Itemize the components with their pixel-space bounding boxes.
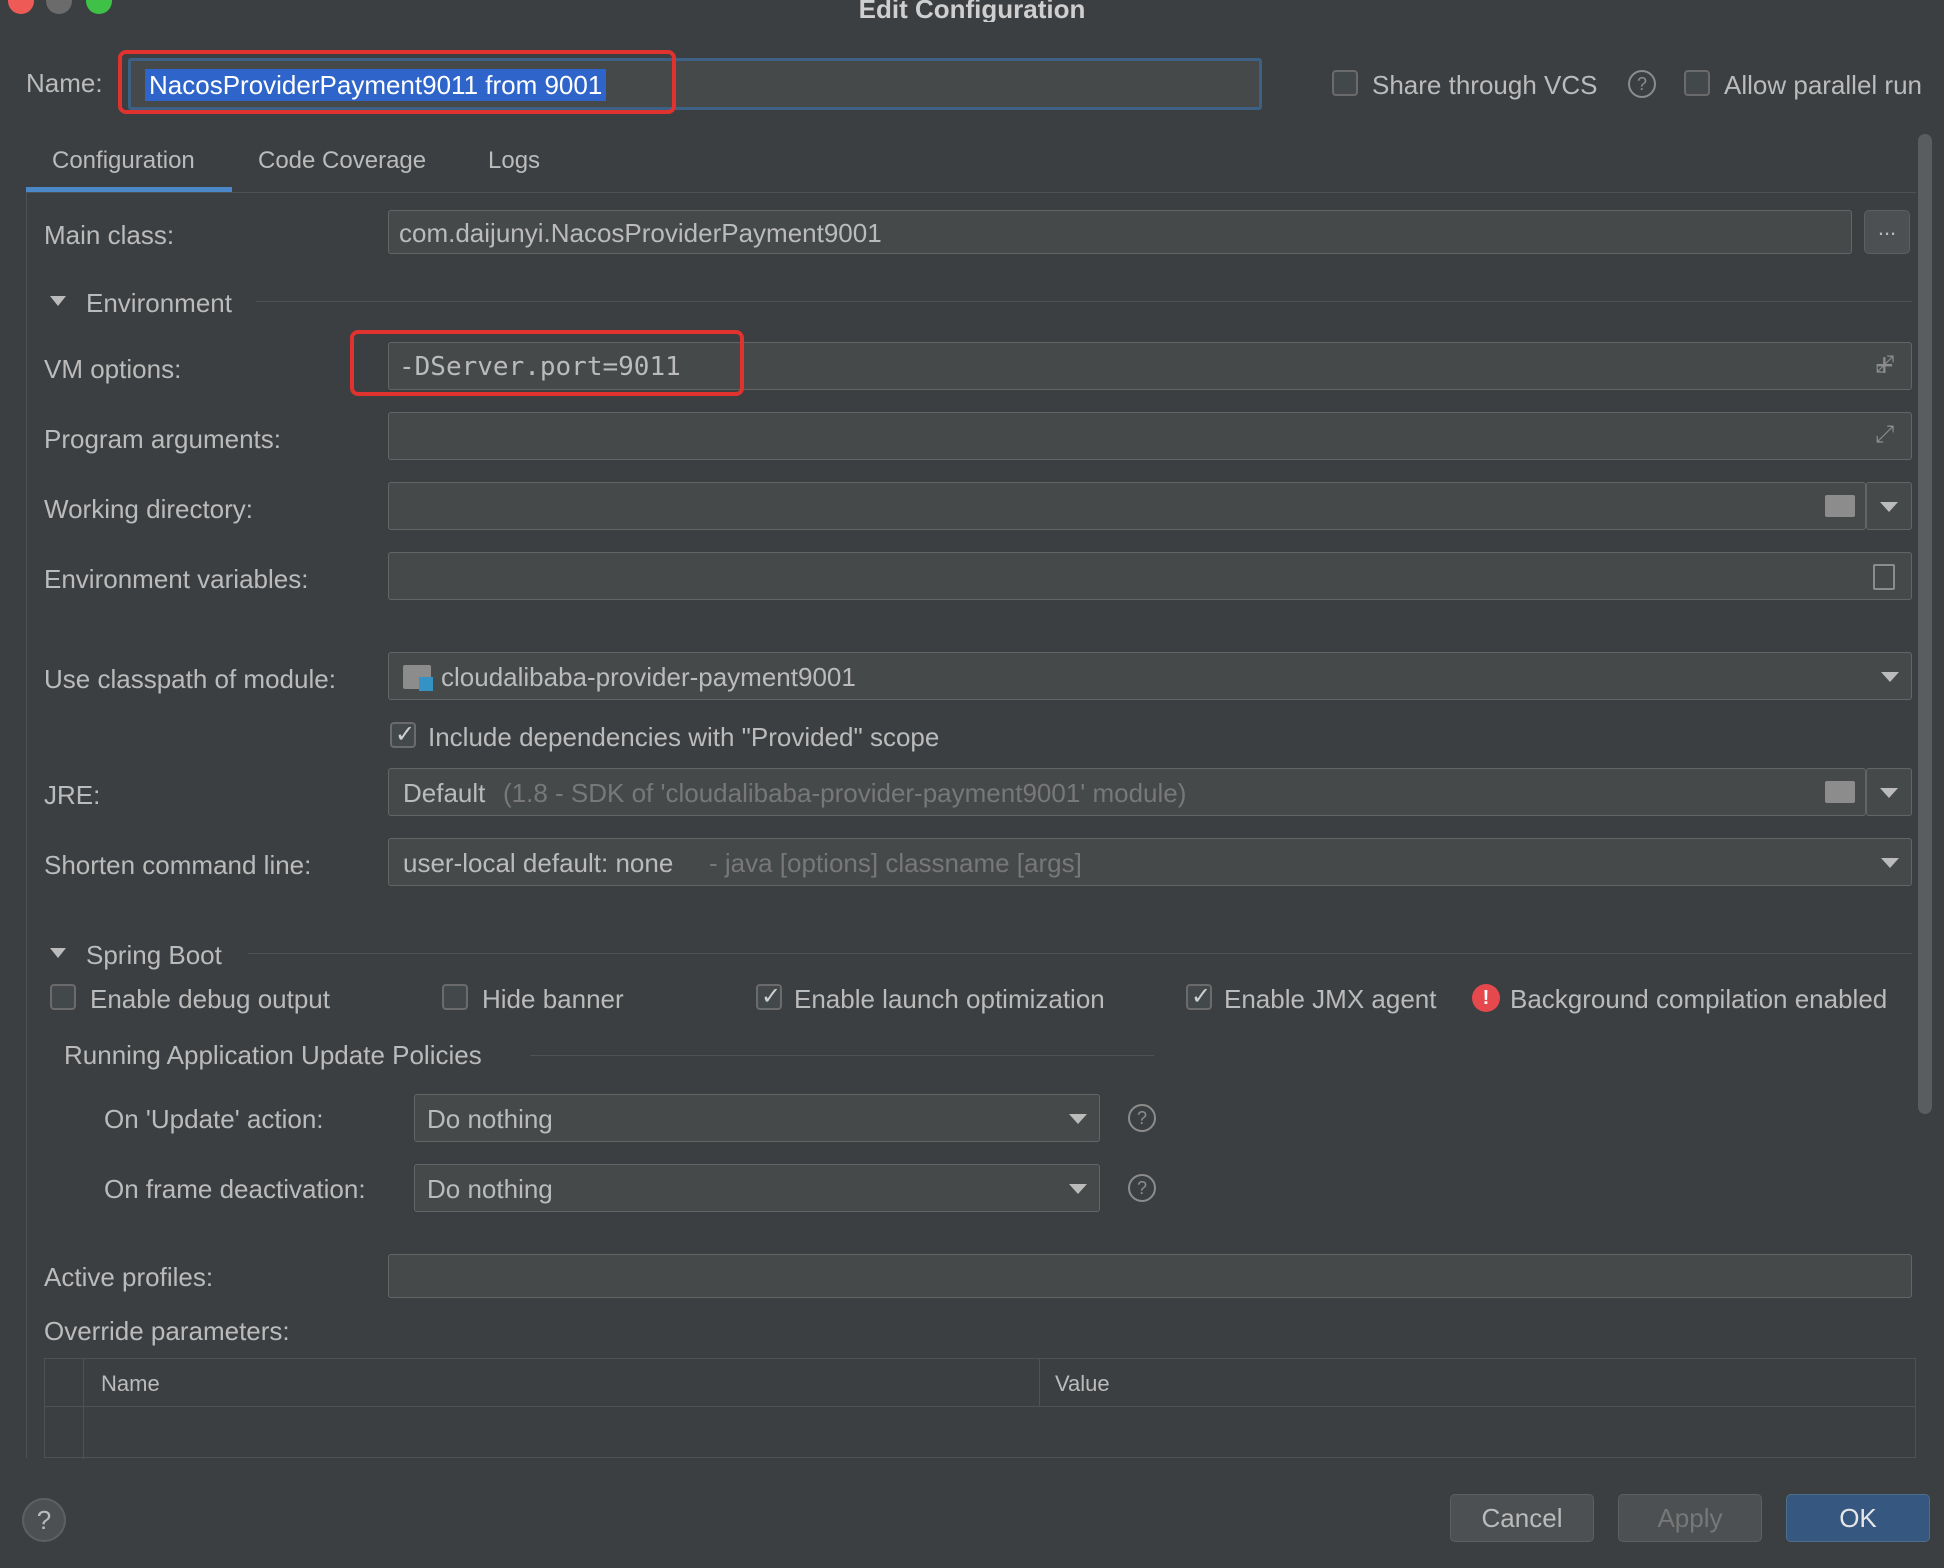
ok-button[interactable]: OK	[1786, 1494, 1930, 1542]
environment-variables-input[interactable]	[388, 552, 1912, 600]
update-action-chevron-down-icon	[1069, 1114, 1087, 1124]
update-action-label: On 'Update' action:	[104, 1104, 324, 1134]
active-profiles-label: Active profiles:	[44, 1262, 214, 1292]
main-class-value: com.daijunyi.NacosProviderPayment9001	[399, 218, 882, 248]
program-arguments-expand-icon[interactable]: ⤢	[1875, 421, 1894, 449]
update-action-help-icon[interactable]: ?	[1128, 1104, 1156, 1132]
tab-code-coverage[interactable]: Code Coverage	[258, 147, 426, 175]
classpath-module-select[interactable]: cloudalibaba-provider-payment9001	[388, 652, 1912, 700]
environment-section-title: Environment	[86, 288, 232, 318]
share-vcs-checkbox[interactable]	[1332, 70, 1358, 96]
environment-separator	[256, 301, 1912, 302]
share-vcs-label: Share through VCS	[1372, 70, 1598, 100]
frame-deactivation-select[interactable]: Do nothing	[414, 1164, 1100, 1212]
main-class-input[interactable]: com.daijunyi.NacosProviderPayment9001	[388, 210, 1852, 254]
jre-hint: (1.8 - SDK of 'cloudalibaba-provider-pay…	[503, 778, 1187, 808]
main-class-browse-button[interactable]: ...	[1864, 210, 1910, 254]
include-dependencies-checkbox[interactable]	[390, 720, 416, 749]
error-icon: !	[1472, 984, 1500, 1012]
shorten-command-label: Shorten command line:	[44, 850, 312, 880]
program-arguments-label: Program arguments:	[44, 424, 281, 454]
name-highlight-box	[118, 50, 676, 114]
jmx-agent-checkbox[interactable]	[1186, 982, 1212, 1011]
shorten-command-select[interactable]: user-local default: none - java [options…	[388, 838, 1912, 886]
footer-help-button[interactable]: ?	[22, 1498, 66, 1542]
frame-deactivation-label: On frame deactivation:	[104, 1174, 366, 1204]
program-arguments-input[interactable]: ⤢	[388, 412, 1912, 460]
table-header-name[interactable]: Name	[101, 1371, 160, 1397]
update-action-select[interactable]: Do nothing	[414, 1094, 1100, 1142]
main-class-label: Main class:	[44, 220, 175, 250]
table-header-value[interactable]: Value	[1055, 1371, 1110, 1397]
vm-options-label: VM options:	[44, 354, 182, 384]
override-parameters-table[interactable]: Name Value	[44, 1358, 1916, 1459]
jre-input[interactable]: Default (1.8 - SDK of 'cloudalibaba-prov…	[388, 768, 1866, 816]
jre-value: Default	[403, 778, 486, 808]
vm-options-highlight-box	[350, 330, 744, 396]
enable-debug-checkbox[interactable]	[50, 984, 76, 1010]
share-vcs-help-icon[interactable]: ?	[1628, 70, 1656, 98]
environment-variables-label: Environment variables:	[44, 564, 309, 594]
hide-banner-checkbox[interactable]	[442, 984, 468, 1010]
jmx-agent-label: Enable JMX agent	[1224, 984, 1437, 1014]
spring-boot-collapse-icon[interactable]	[50, 948, 66, 958]
launch-optimization-label: Enable launch optimization	[794, 984, 1105, 1014]
frame-deactivation-help-icon[interactable]: ?	[1128, 1174, 1156, 1202]
working-directory-dropdown[interactable]	[1866, 482, 1912, 530]
background-compilation-label: Background compilation enabled	[1510, 984, 1888, 1014]
working-directory-chevron-down-icon	[1880, 502, 1898, 512]
update-policies-separator	[530, 1055, 1154, 1056]
launch-optimization-checkbox[interactable]	[756, 982, 782, 1011]
frame-deactivation-chevron-down-icon	[1069, 1184, 1087, 1194]
shorten-command-value: user-local default: none	[403, 848, 674, 878]
classpath-module-value: cloudalibaba-provider-payment9001	[441, 662, 856, 692]
classpath-chevron-down-icon	[1881, 672, 1899, 682]
spring-boot-separator	[248, 953, 1912, 954]
active-profiles-input[interactable]	[388, 1254, 1912, 1298]
working-directory-label: Working directory:	[44, 494, 254, 524]
module-badge-icon	[419, 677, 433, 691]
tab-configuration[interactable]: Configuration	[52, 147, 195, 175]
table-header-gutter	[83, 1359, 84, 1459]
jre-chevron-down-icon	[1880, 788, 1898, 798]
jre-folder-icon[interactable]	[1825, 781, 1855, 803]
shorten-command-hint: - java [options] classname [args]	[709, 848, 1082, 878]
classpath-module-label: Use classpath of module:	[44, 664, 336, 694]
update-policies-title: Running Application Update Policies	[64, 1040, 482, 1070]
frame-deactivation-value: Do nothing	[427, 1174, 553, 1204]
working-directory-folder-icon[interactable]	[1825, 495, 1855, 517]
working-directory-input[interactable]	[388, 482, 1866, 530]
environment-collapse-icon[interactable]	[50, 296, 66, 306]
cancel-button[interactable]: Cancel	[1450, 1494, 1594, 1542]
vm-options-expand-icon[interactable]: ⤢	[1875, 351, 1894, 379]
include-dependencies-label: Include dependencies with "Provided" sco…	[428, 722, 940, 752]
tab-logs[interactable]: Logs	[488, 147, 540, 175]
jre-label: JRE:	[44, 780, 101, 810]
name-label: Name:	[26, 68, 103, 98]
spring-boot-section-title: Spring Boot	[86, 940, 222, 970]
table-header	[45, 1359, 1915, 1407]
environment-variables-edit-icon[interactable]	[1873, 564, 1895, 590]
enable-debug-label: Enable debug output	[90, 984, 330, 1014]
allow-parallel-label: Allow parallel run	[1724, 70, 1922, 100]
update-action-value: Do nothing	[427, 1104, 553, 1134]
apply-button[interactable]: Apply	[1618, 1494, 1762, 1542]
hide-banner-label: Hide banner	[482, 984, 624, 1014]
table-header-divider	[1039, 1359, 1040, 1407]
vertical-scrollbar[interactable]	[1918, 134, 1932, 1114]
override-parameters-label: Override parameters:	[44, 1316, 290, 1346]
allow-parallel-checkbox[interactable]	[1684, 70, 1710, 96]
shorten-command-chevron-down-icon	[1881, 858, 1899, 868]
jre-dropdown[interactable]	[1866, 768, 1912, 816]
